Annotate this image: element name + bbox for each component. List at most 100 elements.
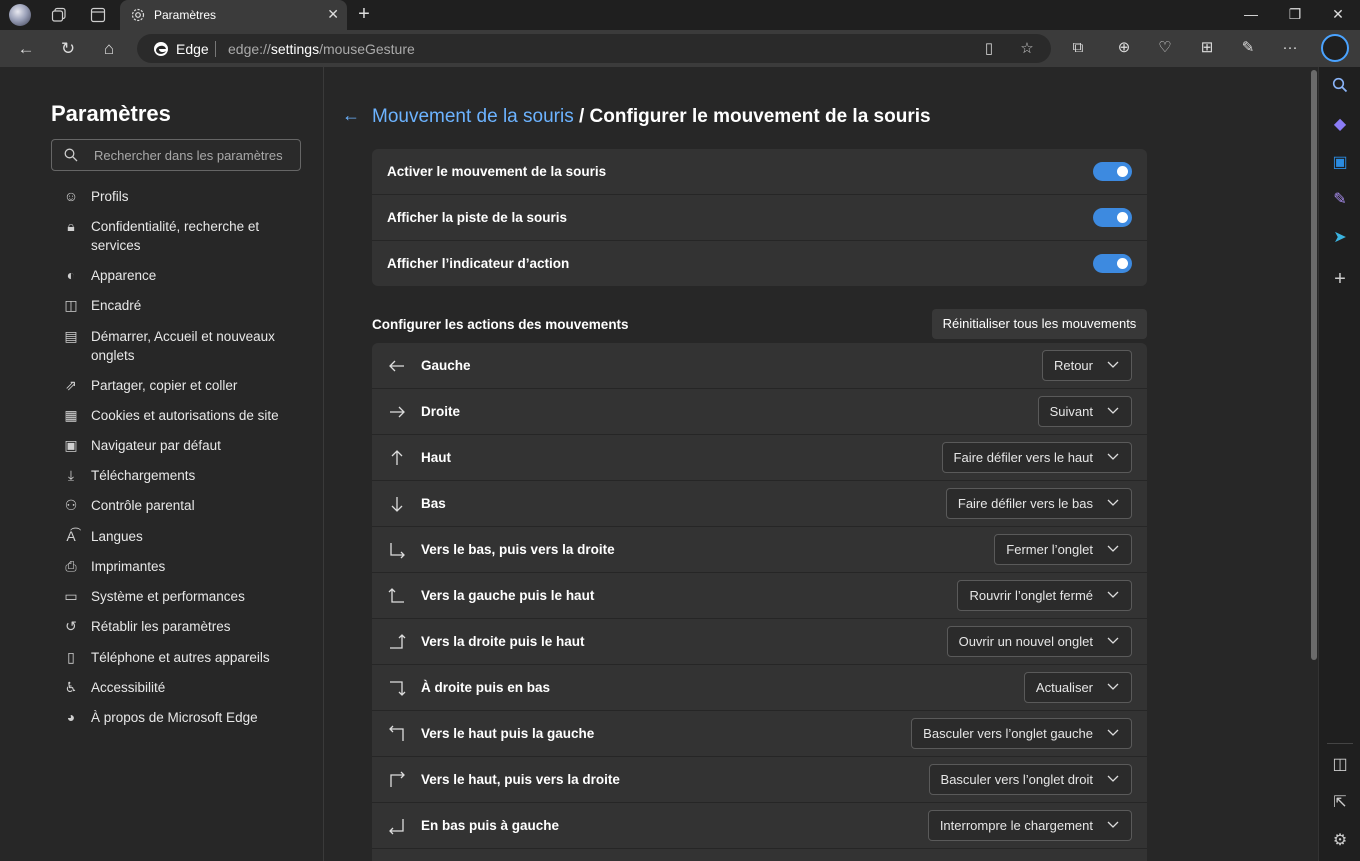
sidebar-item-start[interactable]: ▤ Démarrer, Accueil et nouveaux onglets (60, 327, 310, 365)
more-menu-icon[interactable]: ··· (1281, 39, 1299, 57)
close-window-button[interactable]: ✕ (1328, 6, 1348, 23)
new-tab-button[interactable]: + (353, 4, 375, 24)
vertical-tabs-icon[interactable] (87, 4, 109, 26)
gesture-action-select[interactable]: Faire défiler vers le haut (941, 442, 1132, 473)
gesture-action-select[interactable]: Actualiser (1023, 672, 1132, 703)
close-tab-icon[interactable]: ✕ (327, 6, 339, 23)
gesture-row: Vers le bas, puis vers la droite Fermer … (372, 527, 1147, 573)
toggle-row: Afficher l’indicateur d’action (372, 241, 1147, 287)
search-box[interactable] (51, 139, 301, 171)
sidebar-item-appearance[interactable]: ◐ Apparence (60, 266, 310, 285)
edge-logo-icon: ◕ (66, 709, 76, 725)
sidebar-item-languages[interactable]: A͡ Langues (60, 527, 310, 546)
refresh-button[interactable]: ↻ (57, 38, 79, 60)
chevron-down-icon (1107, 453, 1119, 460)
address-bar[interactable]: Edge edge://settings/mouseGesture ▯ ☆ (137, 34, 1051, 63)
sidebar-item-label: À propos de Microsoft Edge (91, 710, 258, 725)
sidebar-settings-icon[interactable]: ⚙ (1330, 831, 1350, 851)
sidebar-item-downloads[interactable]: ⤓ Téléchargements (60, 466, 310, 485)
sidebar-item-reset[interactable]: ↺ Rétablir les paramètres (60, 617, 310, 636)
home-button[interactable]: ⌂ (98, 38, 120, 60)
minimize-button[interactable]: — (1241, 6, 1261, 22)
default-browser-icon: ▣ (64, 437, 78, 453)
gesture-action-select[interactable]: Basculer vers l’onglet gauche (911, 718, 1132, 749)
chevron-down-icon (1107, 683, 1119, 690)
gesture-action-select[interactable]: Faire défiler vers le bas (945, 488, 1132, 519)
extensions-icon[interactable]: ⧉ (1069, 39, 1087, 57)
tab-settings[interactable]: Paramètres ✕ (120, 0, 347, 30)
gesture-action-select[interactable]: Fermer l’onglet (994, 534, 1132, 565)
gesture-action-select[interactable]: Suivant (1037, 396, 1132, 427)
gesture-list: Gauche Retour Droite Suivant Haut Faire … (372, 343, 1147, 861)
sidebar-item-label: Téléchargements (91, 468, 196, 483)
scrollbar[interactable] (1310, 67, 1318, 861)
settings-main: ← Mouvement de la souris / Configurer le… (325, 67, 1310, 861)
scroll-thumb[interactable] (1311, 70, 1317, 660)
profile-avatar[interactable] (9, 4, 31, 26)
copilot-icon[interactable] (1321, 34, 1349, 62)
mouse-gesture-toggle[interactable] (1093, 162, 1132, 181)
apps-icon[interactable]: ⊞ (1198, 39, 1216, 57)
sidebar-item-accessibility[interactable]: ♿︎ Accessibilité (60, 678, 310, 697)
down-right-icon (390, 543, 405, 559)
outlook-icon[interactable]: ▣ (1330, 153, 1350, 173)
browser-essentials-icon[interactable]: ♡ (1156, 39, 1174, 57)
gesture-action-select[interactable]: Ouvrir un nouvel onglet (946, 626, 1132, 657)
sidebar-item-printers[interactable]: ⎙ Imprimantes (60, 557, 310, 576)
down-left-icon (389, 819, 404, 835)
arrow-right-icon (390, 406, 405, 418)
gesture-action-select[interactable]: Rouvrir l’onglet fermé (957, 580, 1132, 611)
action-indicator-toggle[interactable] (1093, 254, 1132, 273)
home-tabs-icon: ▤ (64, 328, 78, 344)
feedback-icon[interactable]: ✎ (1239, 39, 1257, 57)
telegram-icon[interactable]: ➤ (1330, 228, 1350, 248)
workspaces-icon[interactable] (48, 4, 70, 26)
sidebar-item-profils[interactable]: ☺ Profils (60, 187, 310, 206)
sidebar-item-sidebar[interactable]: ◫ Encadré (60, 296, 310, 315)
add-sidebar-app-icon[interactable]: + (1330, 269, 1350, 289)
open-external-icon[interactable]: ⇱ (1330, 793, 1350, 813)
drop-icon[interactable]: ✎ (1330, 190, 1350, 210)
sidebar-item-share[interactable]: ⇗ Partager, copier et coller (60, 376, 310, 395)
mouse-trail-toggle[interactable] (1093, 208, 1132, 227)
gesture-action-select[interactable]: Basculer vers l’onglet droit (928, 764, 1132, 795)
sidebar-item-family[interactable]: ⚇ Contrôle parental (60, 496, 310, 515)
chevron-down-icon (1107, 407, 1119, 414)
gesture-row: Haut Faire défiler vers le haut (372, 435, 1147, 481)
search-input[interactable] (94, 148, 294, 163)
back-arrow-icon[interactable]: ← (342, 105, 360, 126)
sidebar-item-cookies[interactable]: ▦ Cookies et autorisations de site (60, 406, 310, 425)
tab-title: Paramètres (154, 8, 217, 22)
sidebar-item-about[interactable]: ◕ À propos de Microsoft Edge (60, 708, 310, 727)
reset-gestures-button[interactable]: Réinitialiser tous les mouvements (932, 309, 1147, 339)
sidebar-item-phone[interactable]: ▯ Téléphone et autres appareils (60, 648, 310, 667)
shopping-tag-icon[interactable]: ◆ (1330, 115, 1350, 135)
breadcrumb-link[interactable]: Mouvement de la souris (372, 106, 574, 127)
favorite-star-icon[interactable]: ☆ (1017, 39, 1037, 57)
gesture-action-select[interactable]: Interrompre le chargement (927, 810, 1132, 841)
left-up-icon (388, 588, 404, 603)
profile-icon: ☺ (63, 188, 79, 204)
toggle-label: Activer le mouvement de la souris (387, 164, 607, 179)
chevron-down-icon (1107, 545, 1119, 552)
gesture-label: Vers la droite puis le haut (421, 634, 585, 649)
phone-icon: ▯ (67, 649, 75, 665)
sidebar-item-system[interactable]: ▭ Système et performances (60, 587, 310, 606)
url-text[interactable]: edge://settings/mouseGesture (228, 41, 415, 57)
collections-icon[interactable]: ⊕ (1115, 39, 1133, 57)
toggle-row: Activer le mouvement de la souris (372, 149, 1147, 195)
sidebar-search-icon[interactable] (1330, 77, 1350, 97)
reader-view-icon[interactable]: ▯ (979, 39, 999, 57)
sidebar-item-default-browser[interactable]: ▣ Navigateur par défaut (60, 436, 310, 455)
restore-button[interactable]: ❐ (1285, 6, 1305, 23)
gesture-row: Vers la gauche puis le haut Rouvrir l’on… (372, 573, 1147, 619)
sidebar-item-privacy[interactable]: 🔒︎ Confidentialité, recherche et services (60, 217, 310, 255)
edge-label: Edge (176, 41, 209, 57)
back-button[interactable]: ← (15, 38, 37, 60)
gesture-label: Vers le bas, puis vers la droite (421, 542, 615, 557)
gesture-action-select[interactable]: Retour (1041, 350, 1132, 381)
sidebar-item-label: Accessibilité (91, 680, 166, 695)
reset-icon: ↺ (65, 618, 77, 634)
hide-sidebar-icon[interactable]: ◫ (1330, 755, 1350, 775)
sidebar-item-label: Imprimantes (91, 559, 166, 574)
